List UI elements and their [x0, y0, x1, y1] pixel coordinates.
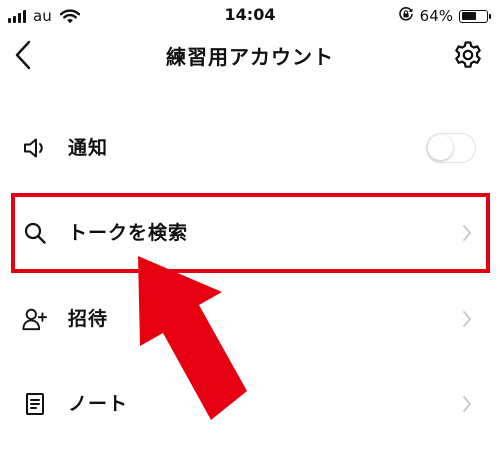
menu-item-invite[interactable]: 招待 — [0, 284, 500, 354]
speaker-icon — [22, 135, 48, 161]
notification-toggle[interactable] — [426, 133, 476, 163]
menu-item-label: トークを検索 — [68, 222, 189, 244]
battery-fill — [461, 12, 477, 20]
toggle-knob — [428, 135, 453, 160]
search-icon — [22, 220, 48, 246]
settings-button[interactable] — [450, 39, 486, 75]
status-bar: au 14:04 64% — [0, 0, 500, 32]
battery-percent: 64% — [419, 7, 453, 25]
battery-icon — [459, 9, 491, 23]
nav-bar: 練習用アカウント — [0, 32, 500, 82]
chevron-right-icon — [458, 310, 476, 328]
chevron-right-icon — [458, 395, 476, 413]
menu-item-search-talk[interactable]: トークを検索 — [0, 198, 500, 268]
rotation-lock-icon — [398, 6, 414, 26]
menu-item-label: 通知 — [68, 137, 109, 159]
add-user-icon — [22, 306, 48, 332]
menu-item-label: 招待 — [68, 308, 109, 330]
battery-tip — [489, 13, 491, 19]
note-icon — [22, 391, 48, 417]
menu-item-note[interactable]: ノート — [0, 369, 500, 439]
menu-item-notification[interactable]: 通知 — [0, 113, 500, 183]
chevron-right-icon — [458, 224, 476, 242]
menu-item-label: ノート — [68, 393, 129, 415]
gear-icon — [453, 40, 483, 74]
screen: au 14:04 64% 練習用アカウント 通知 トークを検索 招待 ノート — [0, 0, 500, 452]
status-right: 64% — [398, 5, 491, 27]
page-title: 練習用アカウント — [166, 45, 334, 69]
